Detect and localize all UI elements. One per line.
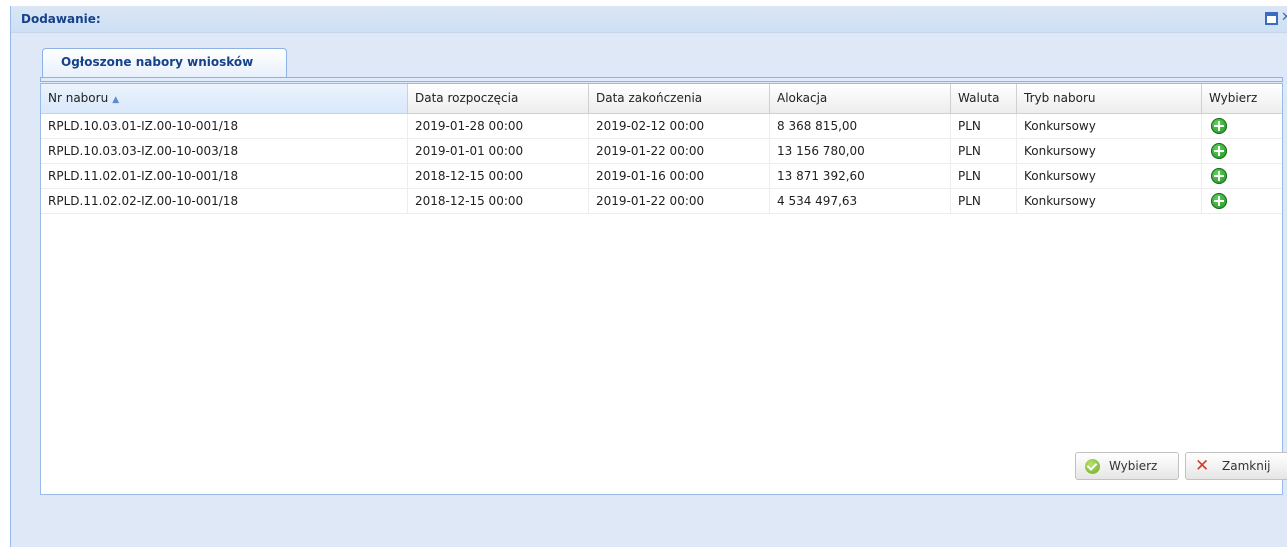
cell-nr-naboru: RPLD.10.03.03-IZ.00-10-003/18 [41,139,408,163]
cell-data-zakonczenia: 2019-01-22 00:00 [589,189,770,213]
nabory-grid: Nr naboru ▲ Data rozpoczęcia Data zakończ… [40,83,1283,495]
cell-data-zakonczenia: 2019-01-22 00:00 [589,139,770,163]
column-header-nr-naboru[interactable]: Nr naboru ▲ [41,84,408,113]
cell-tryb-naboru: Konkursowy [1017,139,1202,163]
maximize-icon[interactable] [1265,12,1278,25]
column-label: Waluta [958,91,1000,105]
plus-icon[interactable] [1211,118,1227,134]
cell-waluta: PLN [951,164,1017,188]
column-header-waluta[interactable]: Waluta [951,84,1017,113]
column-label: Data rozpoczęcia [415,91,519,105]
cell-alokacja: 13 156 780,00 [770,139,951,163]
cell-wybierz [1202,164,1282,188]
cell-data-rozpoczecia: 2018-12-15 00:00 [408,189,589,213]
cell-wybierz [1202,114,1282,138]
tab-strip [40,77,1283,82]
cell-nr-naboru: RPLD.10.03.01-IZ.00-10-001/18 [41,114,408,138]
plus-icon[interactable] [1211,143,1227,159]
cell-alokacja: 4 534 497,63 [770,189,951,213]
cell-nr-naboru: RPLD.11.02.02-IZ.00-10-001/18 [41,189,408,213]
tab-ogloszone-nabory[interactable]: Ogłoszone nabory wniosków [42,48,287,77]
plus-icon[interactable] [1211,168,1227,184]
column-label: Nr naboru [48,91,109,105]
cell-tryb-naboru: Konkursowy [1017,189,1202,213]
cell-waluta: PLN [951,189,1017,213]
sort-asc-icon: ▲ [112,95,120,105]
table-row[interactable]: RPLD.11.02.01-IZ.00-10-001/18 2018-12-15… [41,164,1282,189]
cell-alokacja: 13 871 392,60 [770,164,951,188]
column-label: Tryb naboru [1024,91,1096,105]
tab-label: Ogłoszone nabory wniosków [61,55,254,69]
cell-alokacja: 8 368 815,00 [770,114,951,138]
x-icon: ✕ [1195,456,1210,476]
cell-wybierz [1202,189,1282,213]
column-header-wybierz[interactable]: Wybierz [1202,84,1282,113]
column-label: Data zakończenia [596,91,703,105]
column-header-alokacja[interactable]: Alokacja [770,84,951,113]
column-header-data-rozpoczecia[interactable]: Data rozpoczęcia [408,84,589,113]
cell-wybierz [1202,139,1282,163]
column-header-data-zakonczenia[interactable]: Data zakończenia [589,84,770,113]
select-button-label: Wybierz [1109,459,1158,473]
cell-data-rozpoczecia: 2019-01-01 00:00 [408,139,589,163]
window-title: Dodawanie: [21,12,101,26]
cell-data-zakonczenia: 2019-01-16 00:00 [589,164,770,188]
cell-data-rozpoczecia: 2019-01-28 00:00 [408,114,589,138]
table-row[interactable]: RPLD.10.03.01-IZ.00-10-001/18 2019-01-28… [41,114,1282,139]
close-button-label: Zamknij [1222,459,1271,473]
close-button[interactable]: ✕ Zamknij [1185,452,1287,480]
cell-nr-naboru: RPLD.11.02.01-IZ.00-10-001/18 [41,164,408,188]
column-header-tryb-naboru[interactable]: Tryb naboru [1017,84,1202,113]
cell-tryb-naboru: Konkursowy [1017,114,1202,138]
column-label: Alokacja [777,91,828,105]
table-row[interactable]: RPLD.11.02.02-IZ.00-10-001/18 2018-12-15… [41,189,1282,214]
cell-waluta: PLN [951,114,1017,138]
plus-icon[interactable] [1211,193,1227,209]
column-label: Wybierz [1209,91,1258,105]
select-button[interactable]: Wybierz [1075,452,1179,480]
cell-data-rozpoczecia: 2018-12-15 00:00 [408,164,589,188]
table-row[interactable]: RPLD.10.03.03-IZ.00-10-003/18 2019-01-01… [41,139,1282,164]
tab-bar: Ogłoszone nabory wniosków [40,48,1287,84]
window-titlebar: Dodawanie: ✕ [11,6,1287,33]
cell-waluta: PLN [951,139,1017,163]
cell-tryb-naboru: Konkursowy [1017,164,1202,188]
cell-data-zakonczenia: 2019-02-12 00:00 [589,114,770,138]
ok-icon [1085,459,1100,474]
close-icon[interactable]: ✕ [1281,11,1287,24]
grid-header: Nr naboru ▲ Data rozpoczęcia Data zakończ… [41,84,1282,114]
dialog-window: Dodawanie: ✕ Ogłoszone nabory wniosków N… [10,6,1287,547]
